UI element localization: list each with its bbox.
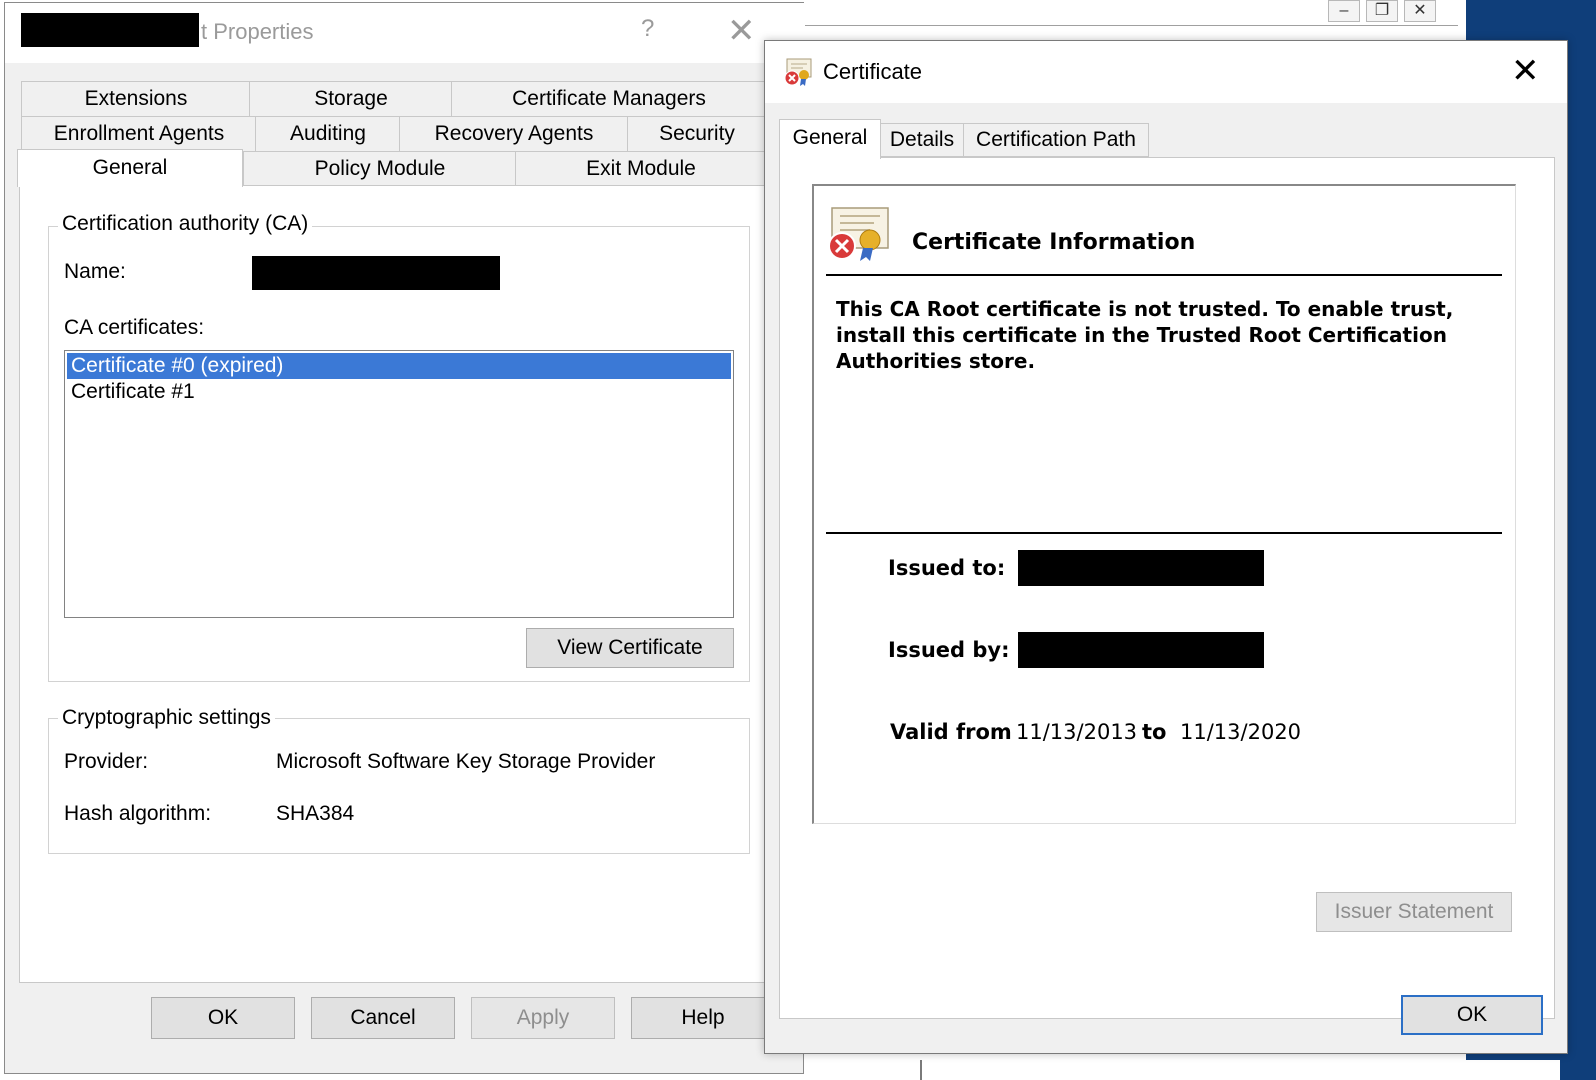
issued-to-label: Issued to: (888, 556, 1006, 580)
provider-value: Microsoft Software Key Storage Provider (276, 750, 656, 773)
valid-to-value: 11/13/2020 (1180, 720, 1302, 744)
tab-certification-path[interactable]: Certification Path (963, 123, 1149, 157)
tab-exit-module[interactable]: Exit Module (515, 151, 767, 187)
tab-details[interactable]: Details (879, 123, 965, 157)
divider (826, 274, 1502, 276)
issuer-statement-button[interactable]: Issuer Statement (1316, 892, 1512, 932)
certificate-ribbon-icon (826, 206, 892, 262)
hash-algorithm-label: Hash algorithm: (64, 802, 212, 825)
tab-enrollment-agents[interactable]: Enrollment Agents (21, 116, 257, 152)
redacted-ca-name (21, 13, 199, 47)
help-button[interactable]: Help (631, 997, 775, 1039)
hash-algorithm-value: SHA384 (276, 802, 355, 825)
crypto-group-legend: Cryptographic settings (58, 706, 275, 730)
valid-from-label: Valid from (890, 720, 1012, 744)
certificate-general-page: Certificate Information This CA Root cer… (779, 157, 1555, 1019)
view-certificate-button[interactable]: View Certificate (526, 628, 734, 668)
redacted-issued-to (1018, 550, 1264, 586)
issued-by-label: Issued by: (888, 638, 1010, 662)
minimize-icon[interactable]: – (1328, 0, 1360, 22)
properties-title: t Properties (201, 19, 314, 44)
tab-auditing[interactable]: Auditing (255, 116, 401, 152)
close-icon[interactable]: ✕ (1404, 0, 1436, 22)
certificate-title: Certificate (823, 59, 923, 84)
tab-policy-module[interactable]: Policy Module (243, 151, 517, 187)
ok-button[interactable]: OK (151, 997, 295, 1039)
close-icon[interactable]: ✕ (727, 11, 756, 51)
restore-icon[interactable]: ❐ (1366, 0, 1398, 22)
properties-titlebar: t Properties ? ✕ (5, 3, 805, 63)
tab-storage[interactable]: Storage (249, 81, 453, 117)
valid-to-label: to (1142, 720, 1167, 744)
tab-general[interactable]: General (17, 149, 243, 187)
help-icon[interactable]: ? (641, 15, 654, 43)
tab-security[interactable]: Security (627, 116, 767, 152)
valid-from-value: 11/13/2013 (1016, 720, 1138, 744)
provider-label: Provider: (64, 750, 149, 773)
properties-dialog: t Properties ? ✕ Extensions Storage Cert… (4, 2, 805, 1074)
list-item[interactable]: Certificate #1 (67, 379, 731, 405)
apply-button[interactable]: Apply (471, 997, 615, 1039)
divider (826, 532, 1502, 534)
trust-warning-text: This CA Root certificate is not trusted.… (836, 297, 1454, 373)
certificate-dialog: Certificate ✕ General Details Certificat… (764, 40, 1568, 1054)
ca-certificates-label: CA certificates: (64, 316, 205, 339)
cancel-button[interactable]: Cancel (311, 997, 455, 1039)
tab-certificate-managers[interactable]: Certificate Managers (451, 81, 767, 117)
crypto-groupbox (48, 718, 750, 854)
list-item[interactable]: Certificate #0 (expired) (67, 353, 731, 379)
certificate-info-box: Certificate Information This CA Root cer… (812, 184, 1516, 824)
certificate-error-icon (783, 57, 813, 87)
ok-button[interactable]: OK (1401, 995, 1543, 1035)
redacted-issued-by (1018, 632, 1264, 668)
ca-certificates-list[interactable]: Certificate #0 (expired) Certificate #1 (64, 350, 734, 618)
redacted-ca-name-value (252, 256, 500, 290)
certificate-info-heading: Certificate Information (912, 230, 1196, 255)
ca-group-legend: Certification authority (CA) (58, 212, 313, 236)
name-label: Name: (64, 260, 126, 283)
certificate-titlebar: Certificate ✕ (765, 41, 1567, 103)
tab-general[interactable]: General (779, 119, 881, 159)
tab-extensions[interactable]: Extensions (21, 81, 251, 117)
general-tab-page: Certification authority (CA) Name: CA ce… (19, 185, 805, 983)
close-icon[interactable]: ✕ (1511, 51, 1540, 91)
background-window-edge (920, 1060, 1560, 1080)
background-window-titlebar: – ❐ ✕ (786, 0, 1458, 26)
tab-recovery-agents[interactable]: Recovery Agents (399, 116, 629, 152)
